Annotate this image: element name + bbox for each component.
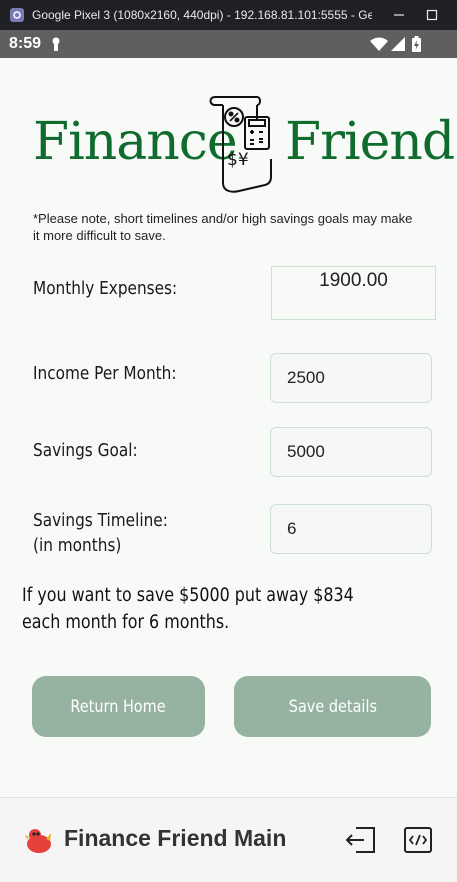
emulator-app-icon [10, 8, 24, 22]
code-icon[interactable] [401, 823, 435, 857]
income-per-month-label: Income Per Month: [33, 363, 177, 384]
receipt-calculator-icon: $¥ [203, 91, 277, 202]
status-bar: 8:59 [0, 30, 457, 58]
savings-goal-label: Savings Goal: [33, 440, 138, 461]
bottom-bar-title: Finance Friend Main [64, 825, 287, 851]
monthly-expenses-value: 1900.00 [271, 266, 436, 320]
app-mascot-icon [24, 825, 54, 860]
wifi-icon [370, 37, 388, 56]
app-content: Finance $¥ Friend *Please note, short ti… [0, 58, 457, 797]
save-details-label: Save details [288, 696, 377, 717]
notification-icon [51, 37, 61, 51]
savings-goal-input[interactable]: 5000 [270, 427, 432, 477]
maximize-icon[interactable] [421, 4, 443, 26]
savings-timeline-sublabel: (in months) [33, 535, 122, 556]
window-title: Google Pixel 3 (1080x2160, 440dpi) - 192… [32, 8, 372, 22]
status-time: 8:59 [9, 35, 42, 52]
emulator-titlebar: Google Pixel 3 (1080x2160, 440dpi) - 192… [0, 0, 457, 30]
logo-word-friend: Friend [285, 112, 455, 172]
return-home-label: Return Home [70, 696, 167, 717]
bottom-bar: Finance Friend Main [0, 797, 457, 882]
monthly-expenses-label: Monthly Expenses: [33, 278, 178, 299]
income-per-month-input[interactable]: 2500 [270, 353, 432, 403]
savings-note: *Please note, short timelines and/or hig… [33, 211, 413, 243]
svg-text:$¥: $¥ [227, 150, 249, 170]
savings-timeline-input[interactable]: 6 [270, 504, 432, 554]
battery-icon [412, 36, 421, 57]
savings-result-text: If you want to save $5000 put away $834 … [22, 585, 354, 633]
save-details-button[interactable]: Save details [234, 676, 431, 737]
exit-icon[interactable] [344, 823, 378, 857]
return-home-button[interactable]: Return Home [32, 676, 205, 737]
savings-timeline-label: Savings Timeline: [33, 510, 168, 531]
minimize-icon[interactable] [388, 4, 410, 26]
signal-icon [391, 37, 405, 56]
